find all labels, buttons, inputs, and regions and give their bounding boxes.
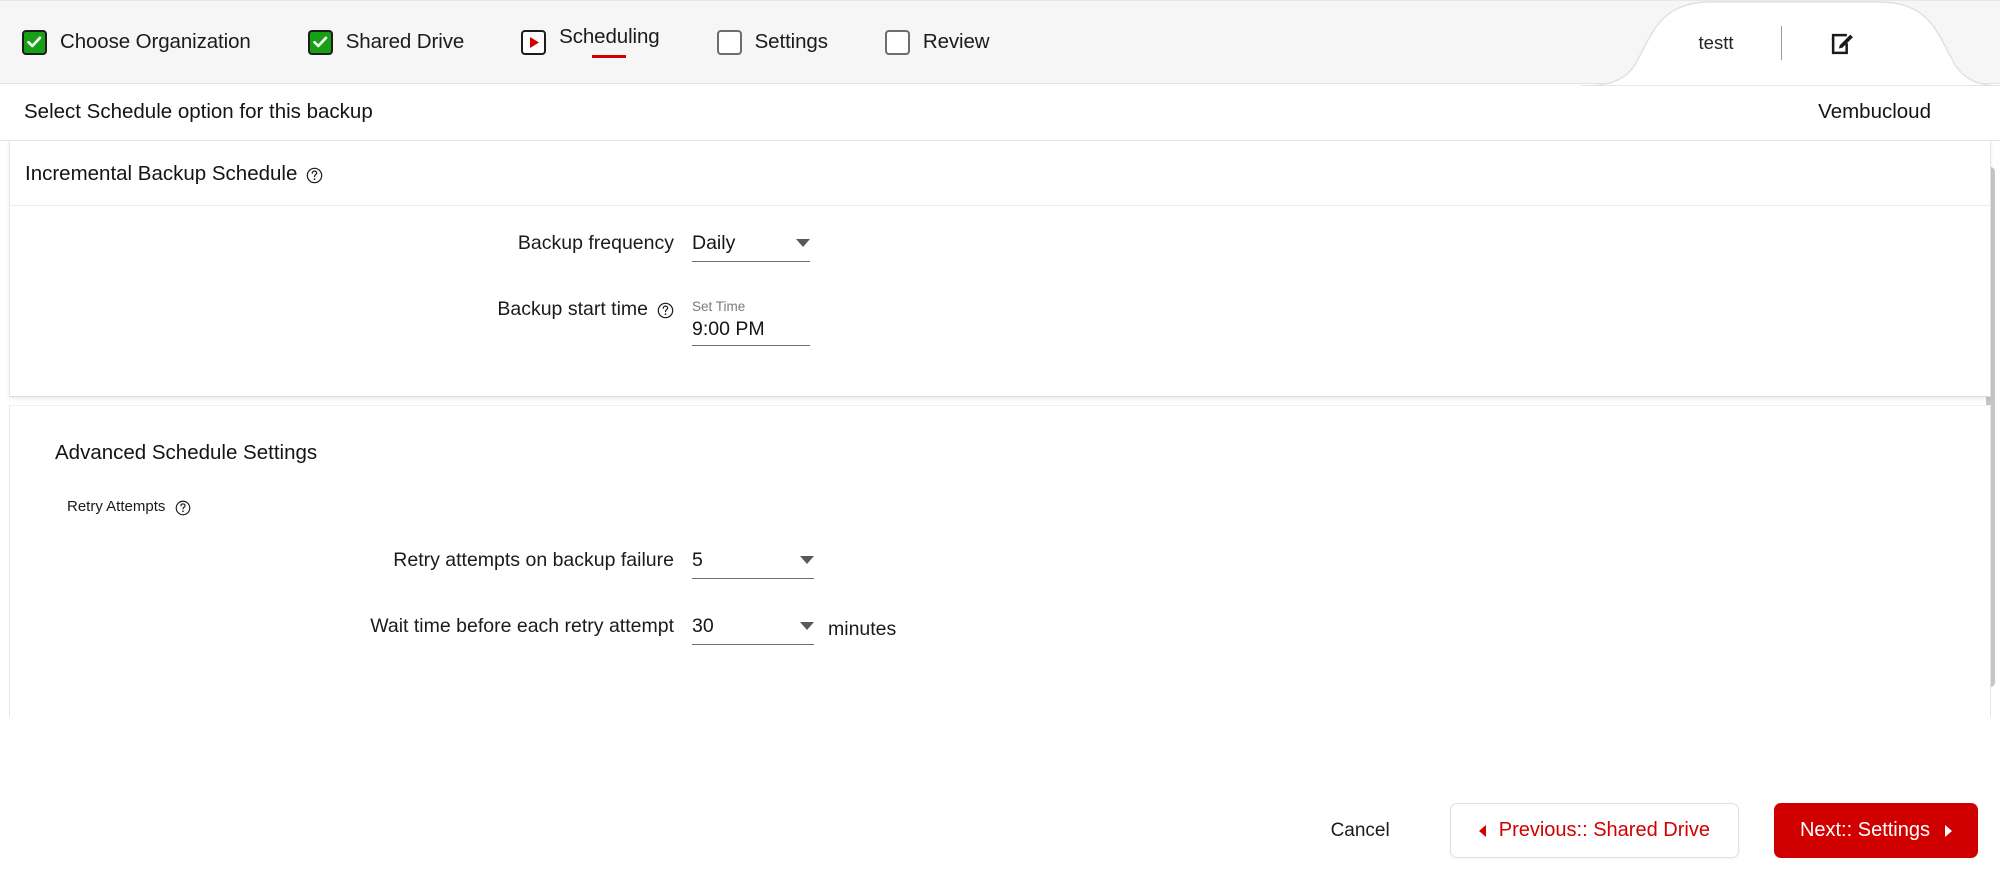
wait-time-unit-label: minutes <box>828 618 897 640</box>
help-circle-icon[interactable] <box>174 499 191 516</box>
step-choose-organization[interactable]: Choose Organization <box>22 1 281 83</box>
retry-attempts-select[interactable]: 5 <box>692 549 814 579</box>
step-shared-drive[interactable]: Shared Drive <box>281 1 494 83</box>
step-label-wrap: Shared Drive <box>345 29 465 53</box>
set-time-value: 9:00 PM <box>692 317 765 340</box>
previous-button-label: Previous:: Shared Drive <box>1498 819 1710 841</box>
step-label-wrap: Review <box>922 29 990 53</box>
step-label-wrap: Settings <box>754 29 828 53</box>
wait-time-control-cell: 30 minutes <box>692 615 897 645</box>
checkbox-empty-icon <box>716 29 742 55</box>
page-subheader: Select Schedule option for this backup V… <box>0 84 2000 141</box>
edit-pencil-square-icon[interactable] <box>1830 31 1855 56</box>
help-circle-icon[interactable] <box>306 167 323 184</box>
row-backup-start-time: Backup start time Set Time 9:00 PM <box>10 298 1990 366</box>
backup-start-time-label: Backup start time <box>497 298 648 320</box>
step-label: Review <box>922 29 990 53</box>
step-label: Shared Drive <box>345 29 465 53</box>
advanced-section-title: Advanced Schedule Settings <box>55 441 318 464</box>
chevron-down-icon <box>796 239 810 248</box>
incremental-section-title: Incremental Backup Schedule <box>10 141 1990 206</box>
wizard-stepper-bar: Choose Organization Shared Drive Schedul… <box>0 0 2000 86</box>
chevron-down-icon <box>800 622 814 631</box>
step-settings[interactable]: Settings <box>690 1 858 83</box>
backup-start-time-label-cell: Backup start time <box>10 298 692 320</box>
advanced-schedule-settings-card: Advanced Schedule Settings Retry Attempt… <box>9 405 1991 717</box>
retry-attempts-control-cell: 5 <box>692 549 814 579</box>
step-label: Scheduling <box>559 24 660 48</box>
incremental-form-rows: Backup frequency Daily Backup start time <box>10 206 1990 396</box>
scrollable-content: Incremental Backup Schedule Backup frequ… <box>0 141 2000 860</box>
job-name-label: testt <box>1698 32 1734 53</box>
retry-attempts-field-label-cell: Retry attempts on backup failure <box>10 549 692 571</box>
backup-frequency-label: Backup frequency <box>517 232 674 254</box>
retry-attempts-label: Retry Attempts <box>67 498 166 515</box>
wait-time-value: 30 <box>692 615 714 637</box>
help-circle-icon[interactable] <box>657 302 674 319</box>
step-label-wrap: Choose Organization <box>60 29 251 53</box>
play-square-icon <box>521 29 547 55</box>
row-wait-time: Wait time before each retry attempt 30 m… <box>10 615 1990 687</box>
step-scheduling[interactable]: Scheduling <box>494 1 689 83</box>
advanced-form-rows: Retry attempts on backup failure 5 Wait … <box>10 515 1990 717</box>
chevron-right-icon <box>1945 824 1952 837</box>
row-backup-frequency: Backup frequency Daily <box>10 232 1990 300</box>
next-button-label: Next:: Settings <box>1799 819 1930 841</box>
chevron-left-icon <box>1478 824 1486 837</box>
incremental-backup-schedule-card: Incremental Backup Schedule Backup frequ… <box>9 141 1991 397</box>
cancel-button[interactable]: Cancel <box>1309 808 1412 854</box>
previous-button[interactable]: Previous:: Shared Drive <box>1449 803 1739 858</box>
tab-divider <box>1781 26 1783 60</box>
wait-time-field-label: Wait time before each retry attempt <box>370 615 674 637</box>
step-label: Choose Organization <box>60 29 251 53</box>
checkbox-checked-icon <box>307 29 333 55</box>
backup-wizard-window: Choose Organization Shared Drive Schedul… <box>0 0 2000 876</box>
wait-time-select[interactable]: 30 <box>692 615 814 645</box>
backup-start-time-control-cell: Set Time 9:00 PM <box>692 300 810 346</box>
destination-label: Vembucloud <box>1818 100 1931 123</box>
step-label: Settings <box>754 29 828 53</box>
section-title-text: Incremental Backup Schedule <box>25 162 298 185</box>
retry-attempts-field-label: Retry attempts on backup failure <box>393 549 674 571</box>
page-title: Select Schedule option for this backup <box>24 100 373 123</box>
backup-frequency-label-cell: Backup frequency <box>10 232 692 254</box>
set-time-field-label: Set Time <box>692 299 746 314</box>
next-button[interactable]: Next:: Settings <box>1773 803 1978 858</box>
wait-time-field-label-cell: Wait time before each retry attempt <box>10 615 692 637</box>
step-review[interactable]: Review <box>858 1 1020 83</box>
retry-attempts-value: 5 <box>692 549 703 571</box>
backup-frequency-select[interactable]: Daily <box>692 232 810 262</box>
checkbox-checked-icon <box>22 29 47 55</box>
step-label-wrap: Scheduling <box>559 24 660 58</box>
checkbox-empty-icon <box>884 29 910 55</box>
wizard-steps: Choose Organization Shared Drive Schedul… <box>22 1 1020 83</box>
row-retry-attempts: Retry attempts on backup failure 5 <box>10 549 1990 617</box>
chevron-down-icon <box>800 556 814 565</box>
backup-frequency-value: Daily <box>692 232 736 254</box>
set-time-input[interactable]: Set Time 9:00 PM <box>692 300 810 346</box>
wizard-footer: Cancel Previous:: Shared Drive Next:: Se… <box>0 784 2000 876</box>
job-name-tab: testt <box>1580 1 2000 86</box>
backup-frequency-control-cell: Daily <box>692 232 810 262</box>
tab-content: testt <box>1580 1 2000 85</box>
retry-attempts-subsection-title: Retry Attempts <box>10 465 1990 515</box>
